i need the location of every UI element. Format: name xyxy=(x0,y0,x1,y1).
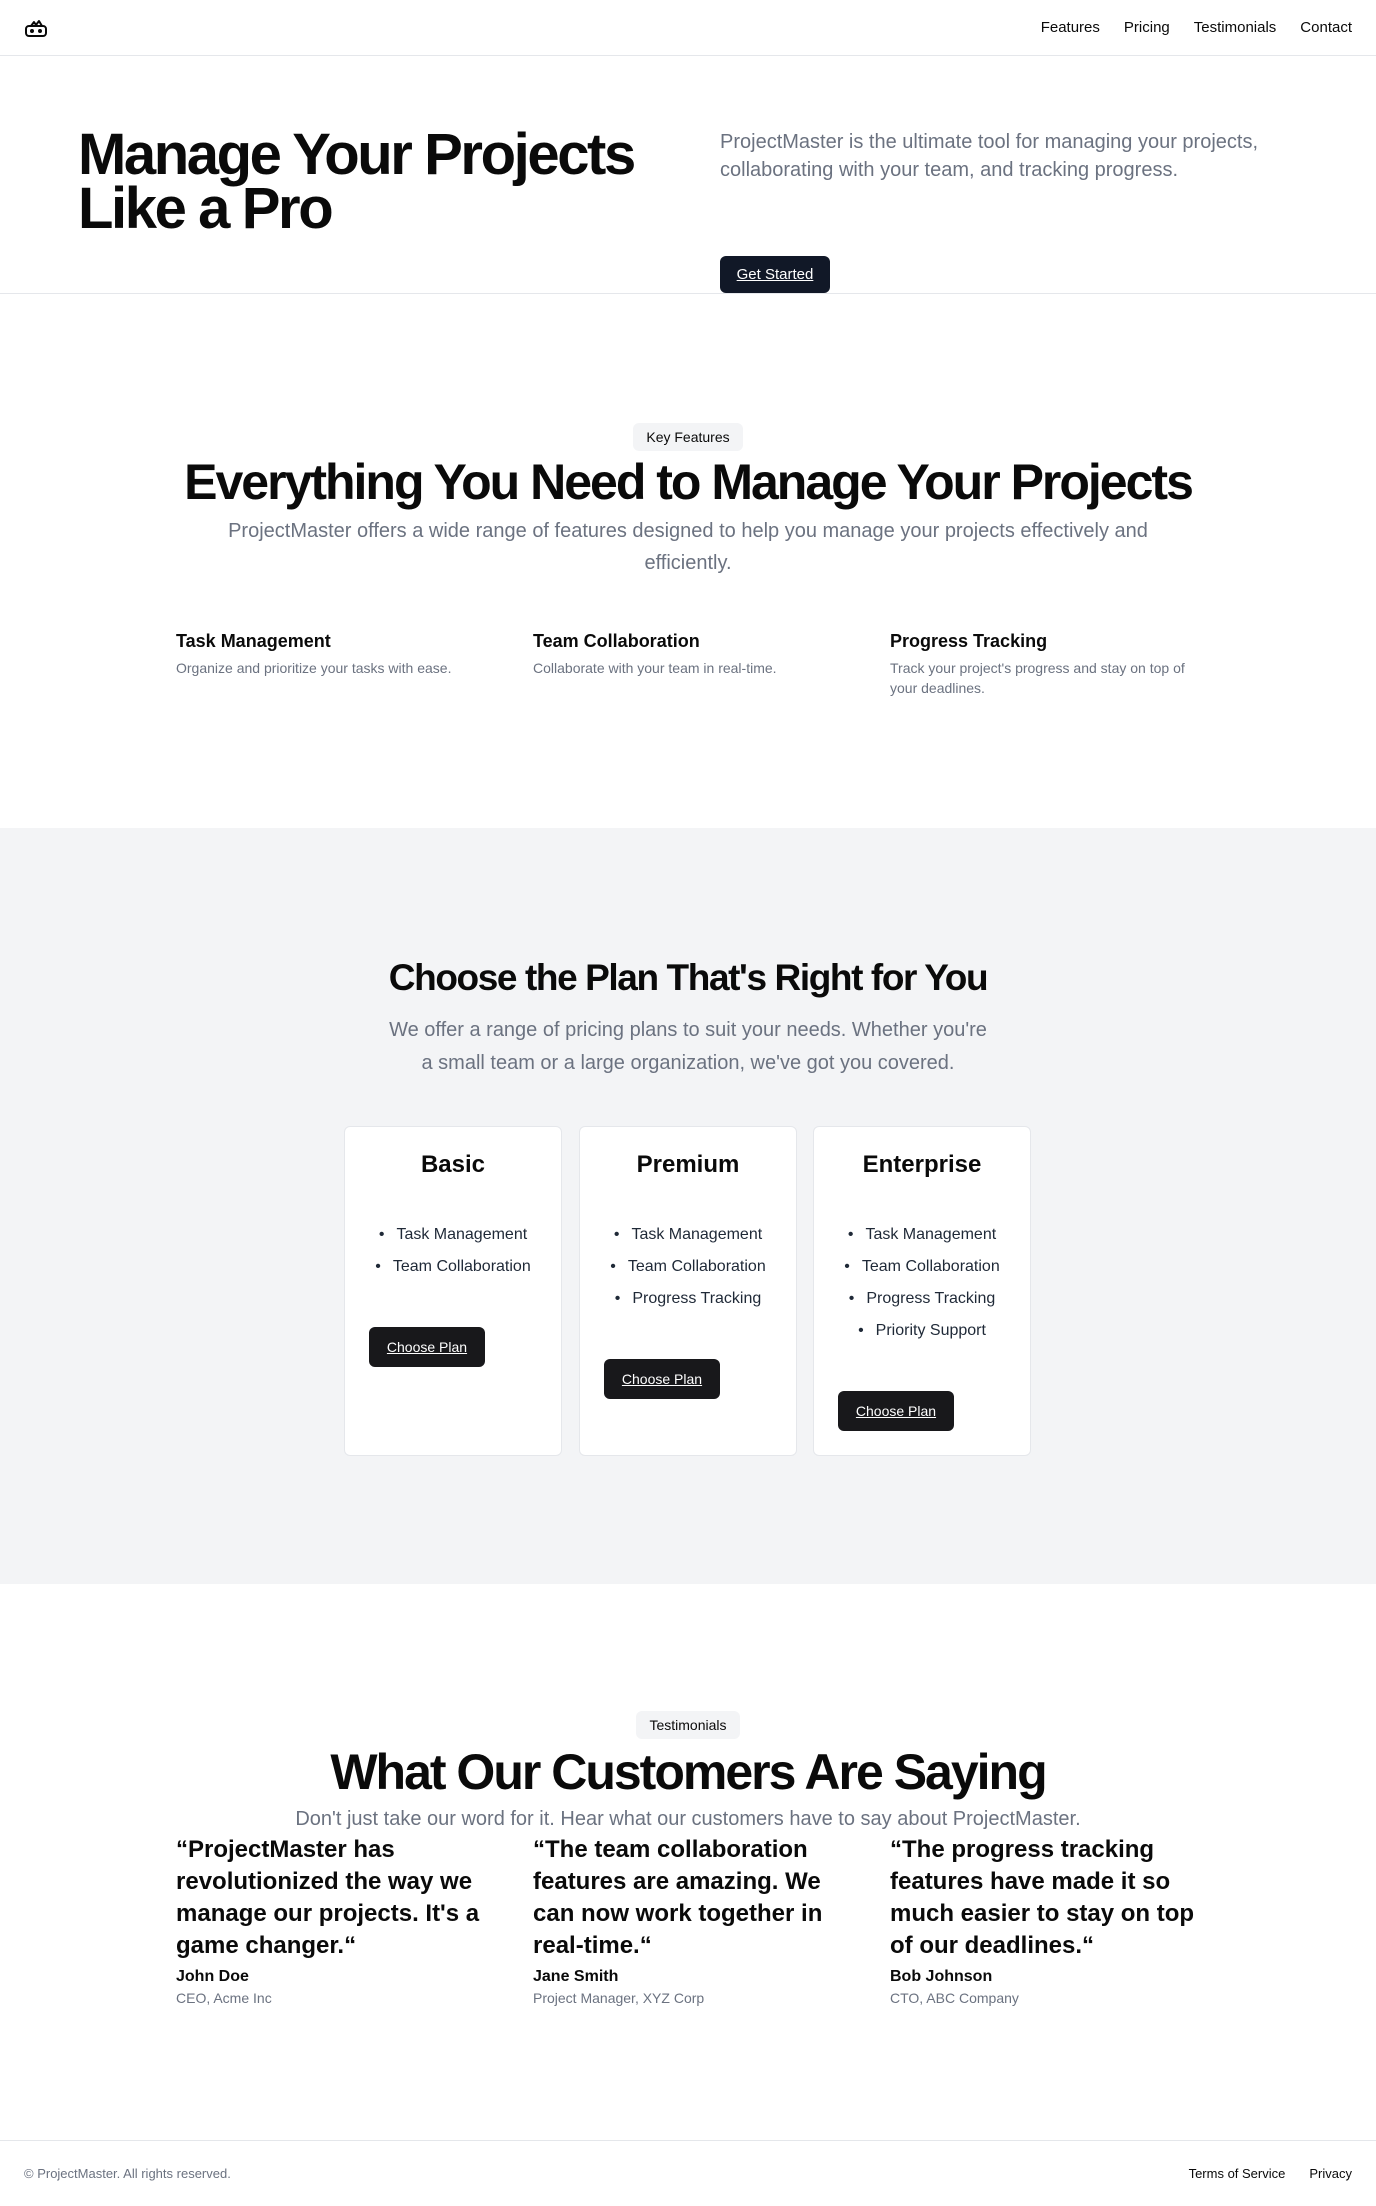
choose-plan-button-premium[interactable]: Choose Plan xyxy=(604,1359,720,1399)
features-badge: Key Features xyxy=(633,423,743,451)
testimonial-author: Jane Smith xyxy=(533,1968,619,1985)
testimonial-card: “ProjectMaster has revolutionized the wa… xyxy=(176,1834,496,2008)
plan-feature-list: Task Management Team Collaboration Progr… xyxy=(814,1219,1030,1347)
testimonial-card: “The progress tracking features have mad… xyxy=(890,1834,1210,2008)
privacy-link[interactable]: Privacy xyxy=(1309,2165,1352,2183)
mountain-logo-icon[interactable] xyxy=(24,16,48,40)
plan-card-enterprise: Enterprise Task Management Team Collabor… xyxy=(813,1126,1031,1456)
plan-feature-item: Task Management xyxy=(814,1219,1030,1251)
feature-title: Team Collaboration xyxy=(533,631,700,651)
choose-plan-button-enterprise[interactable]: Choose Plan xyxy=(838,1391,954,1431)
testimonial-role: Project Manager, XYZ Corp xyxy=(533,1990,705,2006)
plan-card-premium: Premium Task Management Team Collaborati… xyxy=(579,1126,797,1456)
plan-feature-item: Task Management xyxy=(345,1219,561,1251)
plan-feature-item: Team Collaboration xyxy=(345,1251,561,1283)
feature-progress-tracking: Progress Tracking Track your project's p… xyxy=(890,628,1210,698)
testimonial-author: Bob Johnson xyxy=(890,1968,993,1985)
feature-team-collaboration: Team Collaboration Collaborate with your… xyxy=(533,628,853,678)
plan-feature-item: Team Collaboration xyxy=(580,1251,796,1283)
plan-feature-item: Priority Support xyxy=(814,1315,1030,1347)
testimonial-card: “The team collaboration features are ama… xyxy=(533,1834,853,2008)
hero-title: Manage Your Projects Like a Pro xyxy=(78,122,636,241)
testimonials-subtitle: Don't just take our word for it. Hear wh… xyxy=(295,1808,1081,1830)
choose-plan-button-basic[interactable]: Choose Plan xyxy=(369,1327,485,1367)
testimonial-quote: “ProjectMaster has revolutionized the wa… xyxy=(176,1836,480,1959)
feature-description: Collaborate with your team in real-time. xyxy=(533,660,777,676)
plan-feature-item: Team Collaboration xyxy=(814,1251,1030,1283)
site-footer: © ProjectMaster. All rights reserved. Te… xyxy=(0,2140,1376,2206)
testimonials-title: What Our Customers Are Saying xyxy=(330,1744,1047,1800)
feature-title: Progress Tracking xyxy=(890,631,1048,651)
nav-link-testimonials[interactable]: Testimonials xyxy=(1194,18,1277,38)
terms-of-service-link[interactable]: Terms of Service xyxy=(1189,2165,1286,2183)
hero-description: ProjectMaster is the ultimate tool for m… xyxy=(720,131,1259,181)
plan-name: Premium xyxy=(636,1151,740,1178)
testimonial-quote: “The team collaboration features are ama… xyxy=(533,1836,823,1959)
plan-feature-list: Task Management Team Collaboration Progr… xyxy=(580,1219,796,1315)
pricing-title: Choose the Plan That's Right for You xyxy=(388,957,989,998)
nav-link-pricing[interactable]: Pricing xyxy=(1124,18,1170,38)
plan-card-basic: Basic Task Management Team Collaboration… xyxy=(344,1126,562,1456)
nav-link-features[interactable]: Features xyxy=(1041,18,1100,38)
feature-description: Organize and prioritize your tasks with … xyxy=(176,660,452,676)
features-subtitle: ProjectMaster offers a wide range of fea… xyxy=(228,520,1148,574)
features-title: Everything You Need to Manage Your Proje… xyxy=(184,454,1194,510)
testimonials-badge: Testimonials xyxy=(636,1711,740,1739)
copyright-text: © ProjectMaster. All rights reserved. xyxy=(24,2166,231,2181)
nav-link-contact[interactable]: Contact xyxy=(1300,18,1352,38)
plan-name: Basic xyxy=(420,1151,486,1178)
footer-nav: Terms of Service Privacy xyxy=(1189,2165,1352,2183)
get-started-button[interactable]: Get Started xyxy=(720,256,830,293)
plan-feature-list: Task Management Team Collaboration xyxy=(345,1219,561,1283)
plan-feature-item: Task Management xyxy=(580,1219,796,1251)
plan-name: Enterprise xyxy=(862,1151,982,1178)
feature-description: Track your project's progress and stay o… xyxy=(890,660,1185,696)
feature-task-management: Task Management Organize and prioritize … xyxy=(176,628,496,678)
testimonial-role: CEO, Acme Inc xyxy=(176,1990,272,2006)
plan-feature-item: Progress Tracking xyxy=(580,1283,796,1315)
feature-title: Task Management xyxy=(176,631,331,651)
testimonial-author: John Doe xyxy=(176,1968,249,1985)
site-header: Features Pricing Testimonials Contact xyxy=(0,0,1376,56)
pricing-subtitle: We offer a range of pricing plans to sui… xyxy=(389,1019,987,1074)
testimonial-quote: “The progress tracking features have mad… xyxy=(890,1836,1195,1959)
plan-feature-item: Progress Tracking xyxy=(814,1283,1030,1315)
main-nav: Features Pricing Testimonials Contact xyxy=(1041,18,1352,38)
testimonial-role: CTO, ABC Company xyxy=(890,1990,1019,2006)
